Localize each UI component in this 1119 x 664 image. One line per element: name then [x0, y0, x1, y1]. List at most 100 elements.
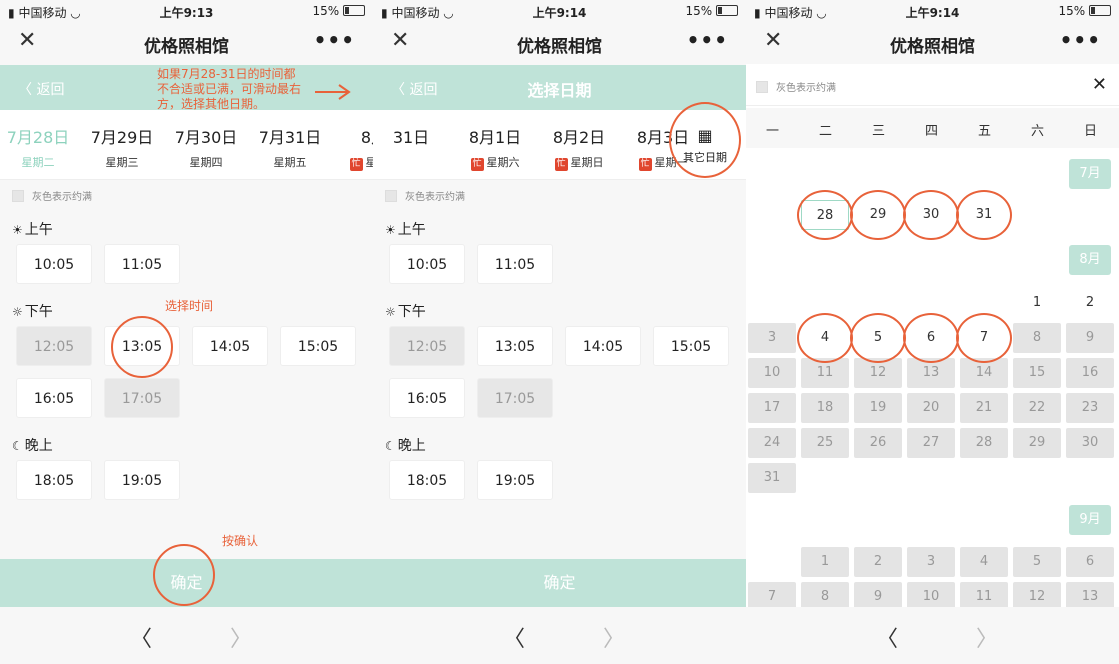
- time-slot[interactable]: 11:05: [104, 244, 180, 284]
- calendar-day: 8: [1013, 323, 1061, 353]
- time-slot[interactable]: 19:05: [104, 460, 180, 500]
- time-slot[interactable]: 11:05: [477, 244, 553, 284]
- date-label: 7月30日: [174, 128, 238, 147]
- more-icon[interactable]: •••: [687, 28, 728, 52]
- annotation-circle-date: [956, 190, 1012, 240]
- calendar-day: 20: [907, 393, 955, 423]
- calendar-day: 17: [748, 393, 796, 423]
- time-slot[interactable]: 14:05: [192, 326, 268, 366]
- date-cell[interactable]: 7月29日 星期三: [80, 110, 164, 180]
- pick-time-note: 选择时间: [165, 299, 214, 313]
- time-slot[interactable]: 18:05: [16, 460, 92, 500]
- bottom-nav: 〈 〉: [746, 607, 1119, 664]
- calendar-day[interactable]: 1: [1013, 288, 1061, 318]
- time-slot[interactable]: 13:05: [477, 326, 553, 366]
- calendar-day: 4: [960, 547, 1008, 577]
- weekday-header: 五: [977, 124, 991, 139]
- date-cell[interactable]: 7月31日 星期五: [248, 110, 332, 180]
- date-label: 8月1日: [468, 128, 522, 147]
- calendar-day: 21: [960, 393, 1008, 423]
- section-afternoon: ☼ 下午: [385, 304, 426, 320]
- busy-tag: 忙: [638, 158, 652, 171]
- calendar-day: 30: [1066, 428, 1114, 458]
- battery-icon: [1089, 5, 1111, 16]
- forward-arrow-icon[interactable]: 〉: [230, 621, 252, 653]
- time-slot[interactable]: 10:05: [389, 244, 465, 284]
- nav-bar: ✕ 优格照相馆 •••: [746, 22, 1119, 64]
- time-slot[interactable]: 14:05: [565, 326, 641, 366]
- date-cell[interactable]: 7月30日星期四: [164, 110, 248, 180]
- section-morning: ☀ 上午: [12, 222, 53, 238]
- moon-icon: ☾: [385, 439, 396, 453]
- weekday-label: 星期四: [189, 156, 223, 169]
- annotation-circle-time: [111, 316, 173, 378]
- back-arrow-icon[interactable]: 〈: [503, 621, 525, 653]
- section-evening: ☾ 晚上: [385, 438, 426, 454]
- back-arrow-icon[interactable]: 〈: [876, 621, 898, 653]
- moon-icon: ☾: [12, 439, 23, 453]
- annotation-circle-confirm: [153, 544, 215, 606]
- date-cell[interactable]: 31日: [373, 110, 453, 180]
- annotation-circle-date: [797, 190, 853, 240]
- legend-checkbox: [12, 190, 24, 202]
- time-slot: 12:05: [16, 326, 92, 366]
- panel-date-scroll: ▮ 中国移动 ◡ 上午9:14 15% ✕ 优格照相馆 ••• 〈 返回 选择日…: [373, 0, 746, 664]
- weekday-row: 一二三四五六日: [746, 108, 1119, 148]
- calendar-day: 19: [854, 393, 902, 423]
- sun-icon: ☀: [385, 223, 396, 237]
- right-arrow-icon: [315, 84, 351, 100]
- month-tag: 7月: [1069, 159, 1111, 189]
- calendar-day: 23: [1066, 393, 1114, 423]
- weekday-header: 一: [765, 124, 779, 139]
- date-cell[interactable]: 8月1日忙星期六: [453, 110, 537, 180]
- busy-tag: 忙: [349, 158, 363, 171]
- calendar-day: 3: [907, 547, 955, 577]
- weekday-label: 星期二: [21, 156, 55, 169]
- month-tag: 9月: [1069, 505, 1111, 535]
- weekday-header: 三: [871, 124, 885, 139]
- legend: 灰色表示约满: [385, 188, 465, 203]
- battery-icon: [716, 5, 738, 16]
- press-confirm-note: 按确认: [222, 534, 259, 548]
- calendar-day: 28: [960, 428, 1008, 458]
- annotation-circle-date: [903, 313, 959, 363]
- date-cell[interactable]: 8月忙星期五: [332, 110, 373, 180]
- time-slot[interactable]: 15:05: [280, 326, 356, 366]
- time-slot[interactable]: 15:05: [653, 326, 729, 366]
- date-label: 8月2日: [552, 128, 606, 147]
- date-strip[interactable]: 7月28日星期二7月29日星期三7月30日星期四7月31日星期五8月忙星期五: [0, 110, 373, 180]
- forward-arrow-icon[interactable]: 〉: [603, 621, 625, 653]
- calendar-day[interactable]: 2: [1066, 288, 1114, 318]
- nav-bar: ✕ 优格照相馆 •••: [373, 22, 746, 64]
- calendar-day: 6: [1066, 547, 1114, 577]
- time-slot[interactable]: 16:05: [16, 378, 92, 418]
- more-icon[interactable]: •••: [314, 28, 355, 52]
- date-cell[interactable]: 8月2日忙星期日: [537, 110, 621, 180]
- annotation-circle-date: [903, 190, 959, 240]
- annotation-circle-date: [956, 313, 1012, 363]
- date-cell[interactable]: 7月28日 星期二: [0, 110, 80, 180]
- weekday-header: 四: [924, 124, 938, 139]
- calendar-day: 2: [854, 547, 902, 577]
- time-slot: 17:05: [477, 378, 553, 418]
- calendar-day: 15: [1013, 358, 1061, 388]
- status-right: 15%: [1059, 4, 1111, 18]
- time-slot[interactable]: 10:05: [16, 244, 92, 284]
- confirm-button[interactable]: 确定: [373, 559, 746, 607]
- calendar-day: 3: [748, 323, 796, 353]
- status-right: 15%: [313, 4, 365, 18]
- busy-tag: 忙: [554, 158, 568, 171]
- time-slot[interactable]: 16:05: [389, 378, 465, 418]
- time-slot[interactable]: 19:05: [477, 460, 553, 500]
- more-icon[interactable]: •••: [1060, 28, 1101, 52]
- forward-arrow-icon[interactable]: 〉: [976, 621, 998, 653]
- time-slot[interactable]: 18:05: [389, 460, 465, 500]
- back-button[interactable]: 〈 返回: [18, 79, 64, 99]
- weekday-label: 忙星期日: [554, 156, 604, 171]
- calendar-day: 22: [1013, 393, 1061, 423]
- section-evening: ☾ 晚上: [12, 438, 53, 454]
- close-icon[interactable]: ✕: [1092, 74, 1107, 95]
- date-label: 7月31日: [258, 128, 322, 147]
- back-arrow-icon[interactable]: 〈: [130, 621, 152, 653]
- status-right: 15%: [686, 4, 738, 18]
